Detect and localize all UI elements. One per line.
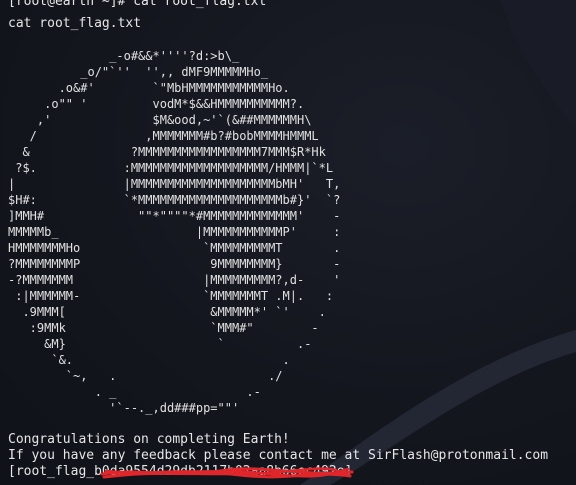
congratulations-message: Congratulations on completing Earth!: [8, 432, 290, 447]
command-echo: cat root_flag.txt: [8, 16, 142, 31]
feedback-message: If you have any feedback please contact …: [8, 448, 549, 463]
shell-prompt-line: [root@earth ~]# cat root_flag.txt: [8, 0, 267, 9]
flag-redaction-scribble: [100, 467, 354, 479]
terminal-window[interactable]: [root@earth ~]# cat root_flag.txt cat ro…: [0, 0, 576, 485]
earth-ascii-art: _-o#&&*''''?d:>b\_ _o/"`'' '',, dMF9MMMM…: [8, 49, 341, 415]
